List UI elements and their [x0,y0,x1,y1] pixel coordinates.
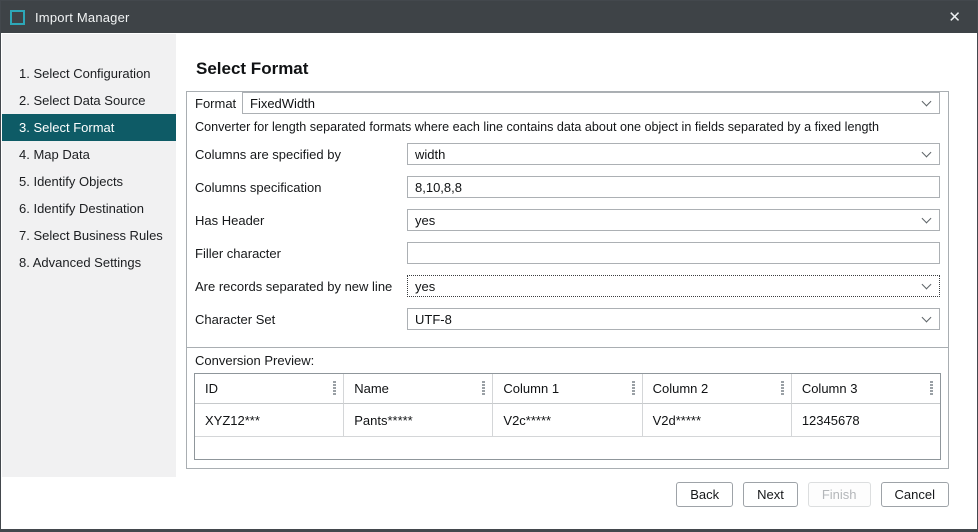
sidebar-item-identify-objects[interactable]: 5. Identify Objects [2,168,176,195]
main-panel: Select Format Format FixedWidth Converte… [176,33,977,529]
column-grip-icon[interactable] [930,381,934,396]
chevron-down-icon [921,147,932,158]
chevron-down-icon [921,213,932,224]
character-set-select[interactable]: UTF-8 [407,308,940,330]
table-empty-area [195,437,940,459]
sidebar-item-select-business-rules[interactable]: 7. Select Business Rules [2,222,176,249]
column-grip-icon[interactable] [780,381,784,396]
format-form-box: Format FixedWidth Converter for length s… [186,91,949,348]
sidebar-item-identify-destination[interactable]: 6. Identify Destination [2,195,176,222]
finish-button: Finish [807,482,871,507]
back-button[interactable]: Back [676,482,734,507]
cell-column2: V2d***** [642,404,792,437]
has-header-value: yes [415,212,436,228]
field-row-records-separated: Are records separated by new line yes [195,275,940,297]
records-separated-select[interactable]: yes [407,275,940,297]
sidebar-item-select-data-source[interactable]: 2. Select Data Source [2,87,176,114]
column-header-column3[interactable]: Column 3 [791,374,941,404]
sidebar-item-advanced-settings[interactable]: 8. Advanced Settings [2,249,176,276]
character-set-value: UTF-8 [415,311,452,327]
has-header-select[interactable]: yes [407,209,940,231]
sidebar-item-select-format[interactable]: 3. Select Format [2,114,176,141]
columns-specified-by-label: Columns are specified by [195,146,341,162]
format-description: Converter for length separated formats w… [195,120,879,134]
cell-name: Pants***** [344,404,494,437]
format-label: Format [195,95,237,111]
dialog-body: 1. Select Configuration 2. Select Data S… [1,33,977,529]
column-header-name[interactable]: Name [344,374,494,404]
field-row-filler-character: Filler character [195,242,940,264]
field-row-has-header: Has Header yes [195,209,940,231]
page-title: Select Format [196,59,309,78]
column-header-column2[interactable]: Column 2 [642,374,792,404]
conversion-preview-box: Conversion Preview: ID Name Column 1 Col… [186,347,949,469]
cell-column3: 12345678 [791,404,941,437]
column-grip-icon[interactable] [333,381,337,396]
records-separated-value: yes [415,278,436,294]
has-header-label: Has Header [195,212,265,228]
chevron-down-icon [921,96,932,107]
cancel-button[interactable]: Cancel [880,482,949,507]
app-icon [10,9,25,25]
sidebar-item-select-configuration[interactable]: 1. Select Configuration [2,60,176,87]
columns-specified-by-select[interactable]: width [407,143,940,165]
character-set-label: Character Set [195,311,276,327]
filler-character-label: Filler character [195,245,281,261]
column-header-column1[interactable]: Column 1 [493,374,643,404]
format-select[interactable]: FixedWidth [242,92,940,114]
columns-specified-by-value: width [415,146,446,162]
wizard-steps-sidebar: 1. Select Configuration 2. Select Data S… [2,34,176,477]
field-row-columns-specified-by: Columns are specified by width [195,143,940,165]
field-row-columns-specification: Columns specification [195,176,940,198]
filler-character-input[interactable] [407,242,940,264]
import-manager-window: Import Manager ✕ 1. Select Configuration… [0,0,978,532]
close-icon[interactable]: ✕ [944,8,965,27]
column-grip-icon[interactable] [631,381,635,396]
table-header-row: ID Name Column 1 Column 2 Column 3 [195,374,941,404]
chevron-down-icon [921,279,932,290]
sidebar-item-map-data[interactable]: 4. Map Data [2,141,176,168]
records-separated-label: Are records separated by new line [195,278,393,294]
column-header-id[interactable]: ID [195,374,345,404]
columns-specification-input[interactable] [407,176,940,198]
window-title: Import Manager [35,9,130,25]
next-button[interactable]: Next [743,482,798,507]
column-grip-icon[interactable] [482,381,486,396]
titlebar: Import Manager ✕ [1,1,977,33]
format-select-value: FixedWidth [250,95,316,111]
conversion-preview-label: Conversion Preview: [195,353,315,368]
cell-column1: V2c***** [493,404,643,437]
field-row-character-set: Character Set UTF-8 [195,308,940,330]
cell-id: XYZ12*** [195,404,345,437]
chevron-down-icon [921,312,932,323]
dialog-footer: Back Next Finish Cancel [186,482,949,507]
conversion-preview-table: ID Name Column 1 Column 2 Column 3 XYZ12… [194,373,941,460]
format-row: Format FixedWidth [195,92,940,114]
columns-specification-label: Columns specification [195,179,322,195]
table-row: XYZ12*** Pants***** V2c***** V2d***** 12… [195,404,941,437]
